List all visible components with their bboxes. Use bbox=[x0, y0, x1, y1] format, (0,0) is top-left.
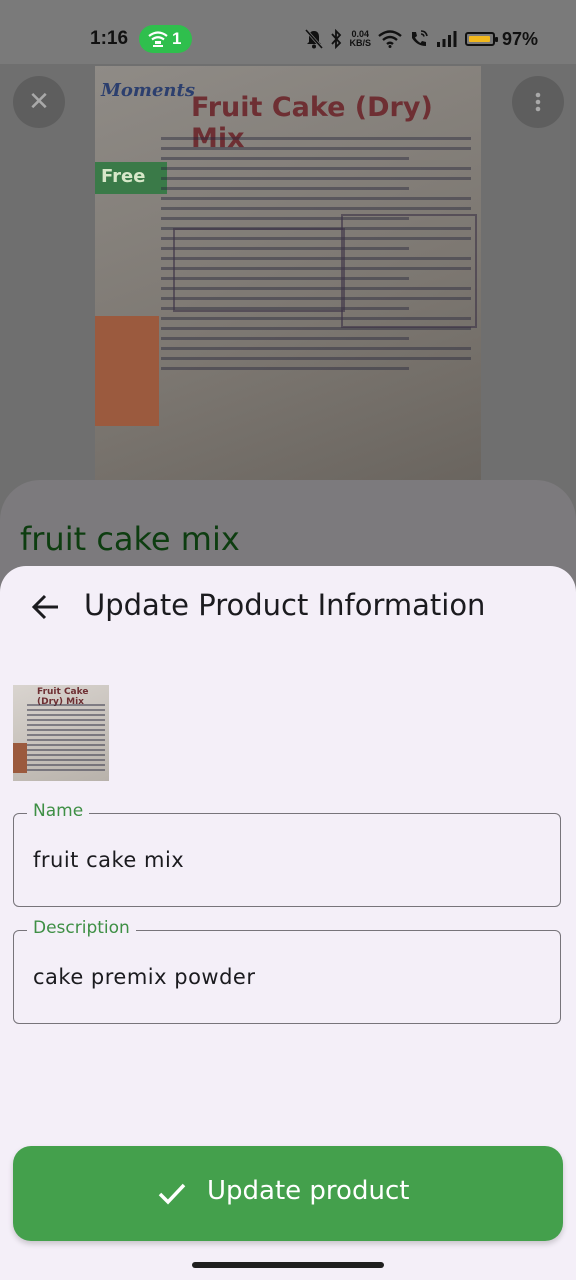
update-product-label: Update product bbox=[207, 1176, 410, 1206]
status-time: 1:16 bbox=[90, 28, 129, 49]
name-field[interactable]: Name fruit cake mix bbox=[13, 801, 561, 907]
wifi-calling-icon bbox=[411, 30, 428, 46]
gesture-handle[interactable] bbox=[192, 1262, 384, 1268]
description-field[interactable]: Description cake premix powder bbox=[13, 918, 561, 1024]
status-icons: 0.04 KB/S 97% bbox=[305, 26, 538, 52]
photo-viewer: Moments Fruit Cake (Dry) Mix Free ✕ bbox=[0, 64, 576, 514]
update-product-button[interactable]: Update product bbox=[13, 1146, 563, 1241]
more-options-button[interactable] bbox=[512, 76, 564, 128]
photo-badge: Free bbox=[95, 162, 167, 194]
product-detail-title: fruit cake mix bbox=[20, 520, 240, 558]
hotspot-icon bbox=[148, 31, 168, 47]
navigation-bar bbox=[0, 1254, 576, 1280]
network-speed: 0.04 KB/S bbox=[349, 30, 371, 48]
network-speed-unit: KB/S bbox=[349, 38, 371, 48]
bluetooth-icon bbox=[331, 29, 342, 49]
sheet-title: Update Product Information bbox=[84, 588, 486, 622]
hotspot-indicator: 1 bbox=[139, 25, 192, 53]
check-icon bbox=[158, 1183, 186, 1205]
product-thumbnail[interactable]: Fruit Cake (Dry) Mix bbox=[13, 685, 109, 781]
close-button[interactable]: ✕ bbox=[13, 76, 65, 128]
description-field-label: Description bbox=[27, 918, 136, 938]
close-icon: ✕ bbox=[28, 87, 50, 117]
product-photo: Moments Fruit Cake (Dry) Mix Free bbox=[95, 66, 481, 480]
status-bar: 1:16 1 0.04 KB/S 97% bbox=[0, 0, 576, 64]
battery-percent: 97% bbox=[501, 28, 538, 49]
more-vertical-icon bbox=[535, 92, 541, 112]
photo-brand-text: Moments bbox=[101, 80, 195, 101]
name-field-value[interactable]: fruit cake mix bbox=[33, 848, 184, 872]
mute-icon bbox=[305, 29, 324, 49]
signal-icon bbox=[436, 31, 457, 47]
hotspot-count: 1 bbox=[172, 29, 182, 48]
battery-fill bbox=[468, 36, 491, 42]
photo-nutrition-box bbox=[341, 214, 477, 328]
name-field-label: Name bbox=[27, 801, 90, 821]
photo-cake-image bbox=[95, 316, 159, 426]
back-arrow-icon[interactable] bbox=[30, 592, 60, 622]
battery-icon bbox=[464, 32, 498, 46]
update-product-sheet: Update Product Information Fruit Cake (D… bbox=[0, 566, 576, 1254]
description-field-value[interactable]: cake premix powder bbox=[33, 965, 255, 989]
photo-recipe-box bbox=[173, 228, 345, 312]
wifi-icon bbox=[378, 30, 402, 48]
